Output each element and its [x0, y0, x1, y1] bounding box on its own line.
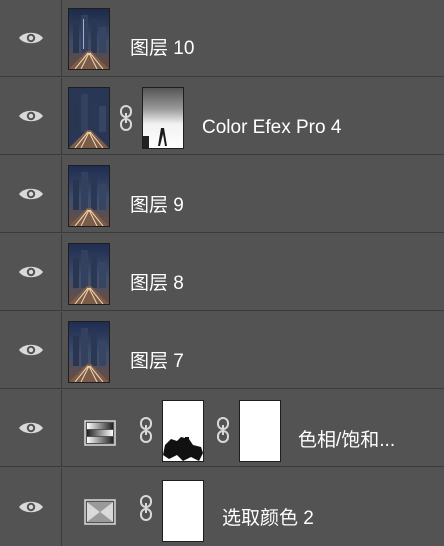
layer-thumbnail[interactable] [68, 243, 110, 305]
layer-row[interactable]: 图层 7 [0, 312, 444, 389]
visibility-toggle[interactable] [0, 390, 62, 466]
link-chain-icon[interactable] [216, 417, 230, 443]
link-chain-icon[interactable] [139, 495, 153, 521]
layer-thumbnail[interactable] [68, 165, 110, 227]
layer-name[interactable]: 图层 8 [130, 274, 184, 293]
visibility-toggle[interactable] [0, 156, 62, 232]
eye-icon [18, 344, 43, 356]
eye-icon [18, 188, 43, 200]
layer-row[interactable]: Color Efex Pro 4 [0, 78, 444, 155]
eye-icon [18, 422, 43, 434]
hue-saturation-icon[interactable] [84, 420, 116, 446]
visibility-toggle[interactable] [0, 468, 62, 546]
eye-icon [18, 110, 43, 122]
eye-icon [18, 266, 43, 278]
layers-panel: 图层 10 Color Efex Pro 4 图层 9 图层 8 图层 7 色相… [0, 0, 444, 546]
layer-mask-thumbnail[interactable] [162, 480, 204, 542]
layer-name[interactable]: 图层 7 [130, 352, 184, 371]
visibility-toggle[interactable] [0, 234, 62, 310]
layer-row[interactable]: 色相/饱和... [0, 390, 444, 467]
layer-thumbnail[interactable] [68, 87, 110, 149]
layer-mask-thumbnail[interactable] [142, 87, 184, 149]
visibility-toggle[interactable] [0, 78, 62, 154]
layer-name[interactable]: 选取颜色 2 [222, 509, 314, 528]
layer-mask-thumbnail[interactable] [162, 400, 204, 462]
layer-row[interactable]: 图层 10 [0, 0, 444, 77]
layer-row[interactable]: 图层 9 [0, 156, 444, 233]
eye-icon [18, 501, 43, 513]
layer-name[interactable]: 图层 9 [130, 196, 184, 215]
layer-name[interactable]: 图层 10 [130, 39, 194, 58]
layer-mask-thumbnail[interactable] [239, 400, 281, 462]
layer-row[interactable]: 图层 8 [0, 234, 444, 311]
layer-thumbnail[interactable] [68, 321, 110, 383]
link-chain-icon[interactable] [139, 417, 153, 443]
layer-thumbnail[interactable] [68, 8, 110, 70]
visibility-toggle[interactable] [0, 0, 62, 76]
layer-row[interactable]: 选取颜色 2 [0, 468, 444, 546]
eye-icon [18, 32, 43, 44]
layer-name[interactable]: 色相/饱和... [298, 431, 395, 450]
selective-color-icon[interactable] [84, 499, 116, 525]
layer-name[interactable]: Color Efex Pro 4 [202, 118, 341, 137]
link-chain-icon[interactable] [119, 105, 133, 131]
visibility-toggle[interactable] [0, 312, 62, 388]
